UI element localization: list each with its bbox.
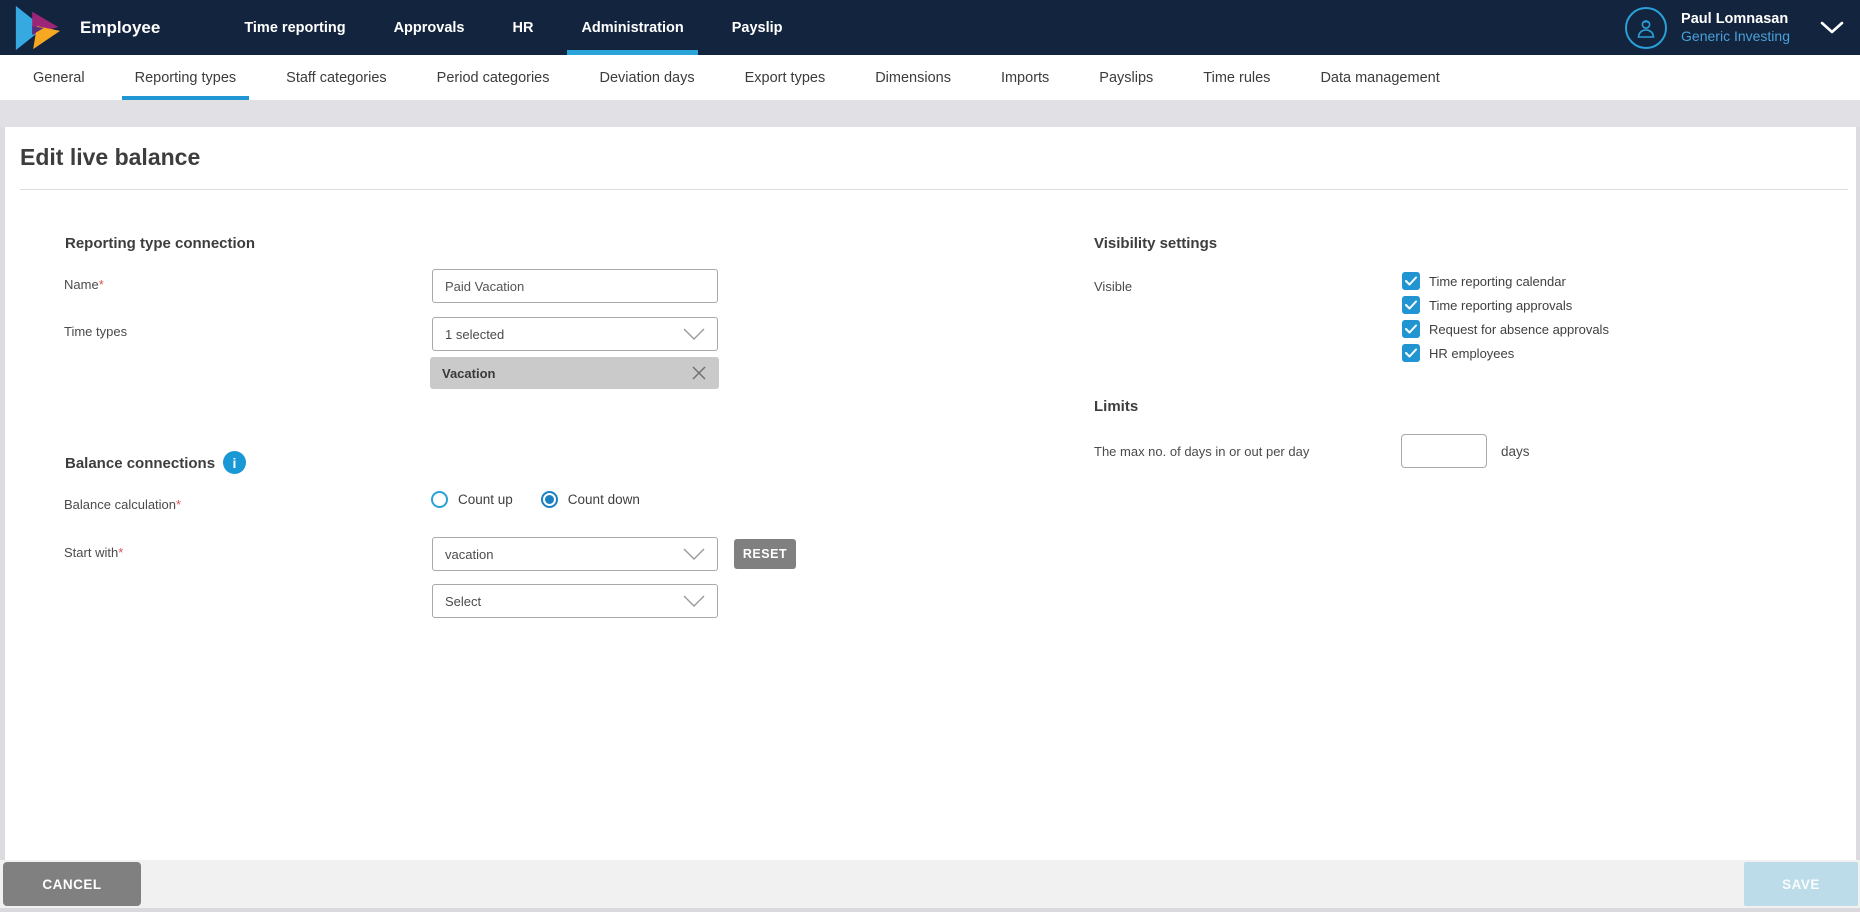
tab-staff-categories[interactable]: Staff categories bbox=[261, 55, 412, 100]
content-card: Edit live balance Reporting type connect… bbox=[5, 127, 1856, 860]
section-balance-connections: Balance connections bbox=[65, 455, 216, 472]
check-icon bbox=[1405, 300, 1417, 310]
nav-time-reporting[interactable]: Time reporting bbox=[220, 0, 369, 55]
check-icon bbox=[1405, 324, 1417, 334]
second-select-value: Select bbox=[445, 593, 482, 609]
checkbox-request-absence-approvals[interactable] bbox=[1402, 320, 1420, 338]
radio-count-down-label: Count down bbox=[567, 492, 640, 507]
user-name: Paul Lomnasan bbox=[1681, 11, 1789, 27]
section-visibility-settings: Visibility settings bbox=[1094, 235, 1218, 252]
nav-administration[interactable]: Administration bbox=[557, 0, 707, 55]
max-days-label: The max no. of days in or out per day bbox=[1094, 444, 1310, 459]
tab-general[interactable]: General bbox=[8, 55, 110, 100]
chevron-down-icon bbox=[683, 328, 705, 340]
bottom-strip bbox=[0, 908, 1860, 912]
person-icon bbox=[1637, 19, 1655, 38]
time-types-selected-value: 1 selected bbox=[445, 326, 505, 342]
tab-dimensions[interactable]: Dimensions bbox=[850, 55, 976, 100]
balance-calculation-radios: Count up Count down bbox=[431, 491, 658, 508]
reset-button[interactable]: RESET bbox=[734, 539, 796, 569]
tab-deviation-days[interactable]: Deviation days bbox=[575, 55, 720, 100]
page-background-strip bbox=[0, 100, 1860, 127]
required-asterisk: * bbox=[118, 545, 124, 560]
info-icon[interactable]: i bbox=[223, 451, 246, 474]
checkbox-row: Time reporting calendar bbox=[1402, 272, 1566, 290]
checkbox-row: HR employees bbox=[1402, 344, 1514, 362]
tab-period-categories[interactable]: Period categories bbox=[412, 55, 575, 100]
checkbox-time-reporting-calendar[interactable] bbox=[1402, 272, 1420, 290]
balance-calculation-label: Balance calculation* bbox=[64, 497, 182, 512]
cancel-button[interactable]: CANCEL bbox=[3, 862, 141, 906]
action-bar: CANCEL SAVE bbox=[0, 860, 1860, 908]
section-reporting-type-connection: Reporting type connection bbox=[65, 235, 256, 252]
time-types-select[interactable]: 1 selected bbox=[432, 317, 718, 351]
nav-approvals[interactable]: Approvals bbox=[370, 0, 489, 55]
section-limits: Limits bbox=[1094, 398, 1139, 415]
tab-payslips[interactable]: Payslips bbox=[1074, 55, 1178, 100]
tab-export-types[interactable]: Export types bbox=[720, 55, 851, 100]
user-menu[interactable]: Paul Lomnasan Generic Investing bbox=[1625, 0, 1844, 55]
user-company: Generic Investing bbox=[1681, 28, 1790, 44]
visible-label: Visible bbox=[1094, 279, 1133, 294]
required-asterisk: * bbox=[176, 497, 182, 512]
top-header: Employee Time reporting Approvals HR Adm… bbox=[0, 0, 1860, 55]
required-asterisk: * bbox=[98, 277, 104, 292]
tab-imports[interactable]: Imports bbox=[976, 55, 1074, 100]
remove-chip-icon[interactable] bbox=[691, 365, 707, 381]
start-with-label: Start with* bbox=[64, 545, 124, 560]
checkbox-label: Request for absence approvals bbox=[1429, 321, 1609, 337]
max-days-input[interactable] bbox=[1401, 434, 1487, 468]
product-title: Employee bbox=[80, 17, 161, 37]
checkbox-label: Time reporting calendar bbox=[1429, 273, 1566, 289]
chevron-down-icon bbox=[683, 595, 705, 607]
second-balance-select[interactable]: Select bbox=[432, 584, 718, 618]
check-icon bbox=[1405, 348, 1417, 358]
tab-time-rules[interactable]: Time rules bbox=[1178, 55, 1295, 100]
checkbox-time-reporting-approvals[interactable] bbox=[1402, 296, 1420, 314]
brand-logo-icon[interactable] bbox=[12, 3, 62, 53]
name-label: Name* bbox=[64, 277, 104, 292]
save-button[interactable]: SAVE bbox=[1744, 862, 1858, 906]
radio-count-down[interactable] bbox=[540, 491, 558, 508]
check-icon bbox=[1405, 276, 1417, 286]
divider bbox=[20, 189, 1848, 190]
start-with-selected-value: vacation bbox=[445, 546, 494, 562]
page-title: Edit live balance bbox=[20, 144, 201, 170]
chevron-down-icon bbox=[683, 548, 705, 560]
admin-tabbar: General Reporting types Staff categories… bbox=[0, 55, 1860, 100]
radio-count-up[interactable] bbox=[431, 491, 448, 508]
time-type-chip: Vacation bbox=[430, 357, 719, 389]
checkbox-hr-employees[interactable] bbox=[1402, 344, 1420, 362]
avatar-icon bbox=[1625, 6, 1668, 49]
start-with-select[interactable]: vacation bbox=[432, 537, 718, 571]
page: Employee Time reporting Approvals HR Adm… bbox=[0, 0, 1860, 912]
tab-reporting-types[interactable]: Reporting types bbox=[110, 55, 262, 100]
checkbox-label: HR employees bbox=[1429, 345, 1515, 361]
days-unit-label: days bbox=[1501, 444, 1530, 459]
checkbox-label: Time reporting approvals bbox=[1429, 297, 1573, 313]
chip-label: Vacation bbox=[442, 365, 496, 381]
checkbox-row: Time reporting approvals bbox=[1402, 296, 1572, 314]
nav-payslip[interactable]: Payslip bbox=[708, 0, 807, 55]
tab-data-management[interactable]: Data management bbox=[1295, 55, 1464, 100]
radio-count-up-label: Count up bbox=[458, 492, 513, 507]
checkbox-row: Request for absence approvals bbox=[1402, 320, 1609, 338]
name-input[interactable] bbox=[432, 269, 718, 303]
main-nav: Time reporting Approvals HR Administrati… bbox=[220, 0, 806, 55]
nav-hr[interactable]: HR bbox=[488, 0, 557, 55]
time-types-label: Time types bbox=[64, 324, 128, 339]
chevron-down-icon[interactable] bbox=[1820, 21, 1844, 35]
